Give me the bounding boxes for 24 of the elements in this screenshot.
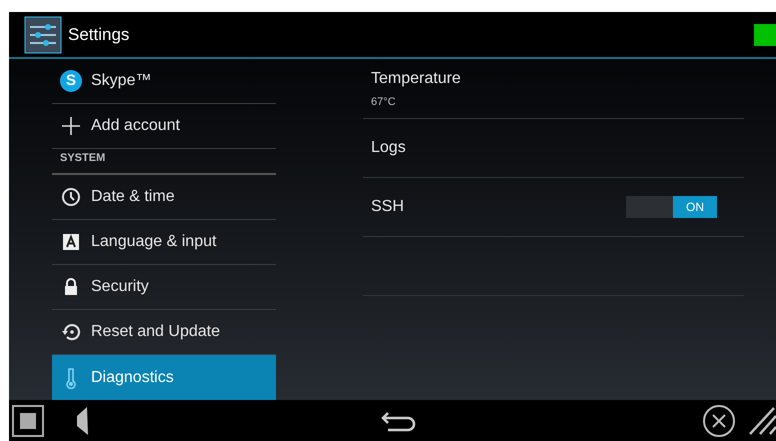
clock-icon xyxy=(61,187,81,207)
restore-icon xyxy=(61,322,81,342)
plus-icon xyxy=(61,116,81,136)
sidebar-item[interactable]: Diagnostics xyxy=(52,355,276,400)
status-indicator xyxy=(754,24,776,46)
section-header: SYSTEM xyxy=(60,150,106,166)
square-icon[interactable] xyxy=(11,404,45,438)
sidebar-item[interactable]: Date & time xyxy=(52,175,276,220)
keyboard-letter-icon xyxy=(62,233,80,251)
thermometer-icon xyxy=(64,366,78,388)
sidebar-item[interactable]: S Skype™ xyxy=(52,59,276,104)
setting-title[interactable]: Logs xyxy=(371,136,744,160)
action-bar-title: Settings xyxy=(68,24,130,46)
sidebar-item[interactable]: Security xyxy=(52,265,276,310)
setting-title[interactable]: SSH xyxy=(371,195,626,219)
resize-lines-icon[interactable] xyxy=(748,406,776,436)
setting-title[interactable]: Temperature xyxy=(371,66,744,91)
skype-logo: S xyxy=(60,70,82,92)
settings-sliders-icon[interactable] xyxy=(24,16,62,54)
sidebar-item[interactable]: Language & input xyxy=(52,220,276,265)
close-icon[interactable] xyxy=(702,404,736,438)
setting-summary: 67°C xyxy=(371,94,397,110)
sidebar-item[interactable]: Add account xyxy=(52,104,276,149)
lock-icon xyxy=(62,278,80,296)
